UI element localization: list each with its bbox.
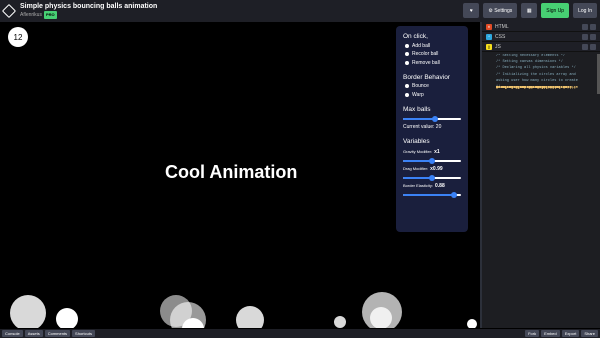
chevron-down-icon[interactable]: [590, 33, 596, 40]
css-tab[interactable]: * CSS: [482, 32, 600, 42]
html-icon: ✕: [486, 23, 492, 30]
settings-icon[interactable]: [582, 33, 588, 40]
pro-badge: PRO: [43, 11, 57, 19]
slider-fill: [403, 159, 432, 162]
radio-warp[interactable]: Warp: [405, 92, 461, 98]
tab-controls: [582, 23, 596, 30]
export-button[interactable]: Export: [561, 330, 580, 337]
comments-button[interactable]: Comments: [44, 330, 71, 337]
share-button[interactable]: Share: [581, 330, 598, 337]
drag-slider[interactable]: [403, 174, 461, 181]
fork-button[interactable]: Fork: [525, 330, 540, 337]
top-bar: Simple physics bouncing balls animation …: [0, 0, 600, 22]
code-line: let maxCircles = 20: [496, 86, 537, 90]
radio-label: Recolor ball: [412, 51, 439, 57]
console-button[interactable]: Console: [2, 330, 23, 337]
ball: [370, 307, 392, 328]
pen-title[interactable]: Simple physics bouncing balls animation: [20, 3, 157, 11]
drag-label: Drag Modifier:: [403, 166, 429, 171]
elasticity-label-row: Border Elasticity: 0.88: [403, 183, 461, 189]
headline-text: Cool Animation: [165, 162, 298, 182]
gravity-label: Gravity Modifier:: [403, 149, 433, 154]
elasticity-slider[interactable]: [403, 191, 461, 198]
gravity-label-row: Gravity Modifier: x1: [403, 149, 461, 155]
radio-recolor-ball[interactable]: Recolor ball: [405, 51, 461, 57]
html-tab[interactable]: ✕ HTML: [482, 22, 600, 32]
elasticity-value: 0.88: [435, 182, 445, 189]
radio-dot[interactable]: [405, 43, 409, 48]
slider-thumb[interactable]: [429, 157, 435, 164]
slider-thumb[interactable]: [451, 191, 458, 198]
gravity-slider[interactable]: [403, 157, 461, 164]
js-tab[interactable]: () JS: [482, 42, 600, 52]
codepen-logo-icon[interactable]: [1, 3, 17, 19]
login-button[interactable]: Log In: [573, 3, 597, 18]
tab-controls: [582, 33, 596, 40]
assets-button[interactable]: Assets: [24, 330, 43, 337]
heart-button[interactable]: ♥: [463, 3, 480, 18]
radio-add-ball[interactable]: Add ball: [405, 43, 461, 49]
layout-grid-icon: ▦: [526, 7, 532, 14]
radio-label: Remove ball: [412, 59, 440, 66]
slider-thumb[interactable]: [429, 174, 435, 181]
css-tab-label: CSS: [495, 33, 506, 40]
border-heading: Border Behavior: [403, 73, 450, 81]
tab-controls: [582, 43, 596, 50]
radio-label: Warp: [412, 91, 424, 98]
chevron-down-icon[interactable]: [590, 43, 596, 50]
shortcuts-button[interactable]: Shortcuts: [72, 330, 95, 337]
radio-bounce[interactable]: Bounce: [405, 83, 461, 89]
gear-icon: ⚙: [488, 7, 493, 14]
pen-author-row: Aflenrikus PRO: [20, 11, 157, 19]
js-code-area[interactable]: /* Setting necessary elements */const ca…: [482, 54, 600, 328]
code-editor: ✕ HTML * CSS () JS /* Setting necessary …: [480, 22, 600, 328]
settings-icon[interactable]: [582, 43, 588, 50]
control-panel: On click, Add ball Recolor ball Remove b…: [396, 26, 468, 232]
ball-counter: 12: [8, 27, 28, 47]
top-actions: ♥ ⚙ Settings ▦ Sign Up Log In: [463, 3, 597, 18]
settings-button[interactable]: ⚙ Settings: [483, 3, 518, 18]
settings-icon[interactable]: [582, 23, 588, 30]
heart-icon: ♥: [469, 7, 473, 14]
pen-author[interactable]: Aflenrikus: [20, 11, 42, 19]
max-balls-heading: Max balls: [403, 105, 431, 113]
embed-button[interactable]: Embed: [541, 330, 560, 337]
slider-fill: [403, 193, 455, 196]
bottom-bar: Console Assets Comments Shortcuts Fork E…: [0, 328, 600, 338]
elasticity-label: Border Elasticity:: [403, 183, 434, 188]
slider-fill: [403, 176, 432, 179]
click-heading: On click,: [403, 33, 428, 40]
radio-dot[interactable]: [405, 84, 409, 88]
slider-fill: [403, 117, 435, 120]
js-icon: (): [486, 43, 492, 50]
ball: [334, 316, 346, 328]
radio-remove-ball[interactable]: Remove ball: [405, 60, 461, 66]
max-balls-slider[interactable]: [403, 115, 461, 122]
drag-label-row: Drag Modifier: x0.99: [403, 166, 461, 172]
variables-heading: Variables: [403, 137, 430, 145]
radio-dot[interactable]: [405, 92, 409, 97]
js-tab-label: JS: [495, 43, 501, 50]
ball: [56, 308, 78, 328]
pen-title-block: Simple physics bouncing balls animation …: [20, 3, 157, 19]
radio-dot[interactable]: [405, 60, 409, 65]
chevron-down-icon[interactable]: [590, 23, 596, 30]
ball: [236, 306, 264, 328]
slider-thumb[interactable]: [431, 115, 438, 122]
radio-label: Bounce: [412, 83, 429, 89]
radio-dot[interactable]: [405, 52, 409, 56]
ball: [10, 295, 46, 328]
gravity-value: x1: [434, 148, 440, 155]
css-icon: *: [486, 33, 492, 40]
preview-canvas[interactable]: 12 Cool Animation On click, Add ball Rec…: [0, 22, 480, 328]
settings-label: Settings: [494, 7, 513, 14]
max-balls-current: Current value: 20: [403, 123, 442, 130]
radio-label: Add ball: [412, 42, 431, 49]
drag-value: x0.99: [430, 165, 443, 172]
bottom-right-actions: Fork Embed Export Share: [523, 330, 598, 337]
layout-button[interactable]: ▦: [521, 3, 538, 18]
signup-button[interactable]: Sign Up: [541, 3, 570, 18]
ball: [467, 319, 477, 328]
html-tab-label: HTML: [495, 23, 509, 30]
